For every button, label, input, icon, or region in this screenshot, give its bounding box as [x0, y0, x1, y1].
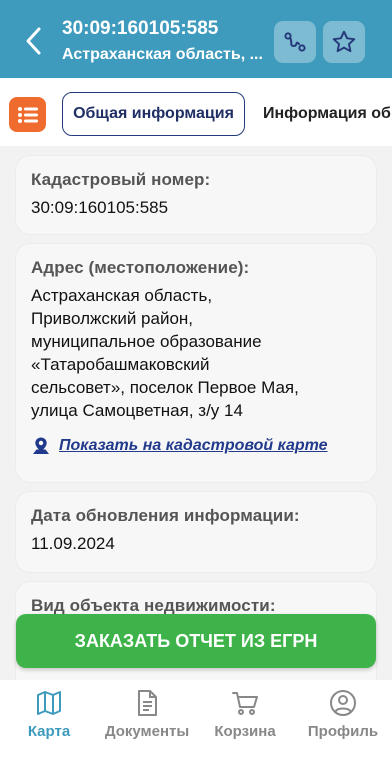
address-line: Приволжский район, — [31, 309, 194, 328]
address-line: «Татаробашмаковский — [31, 355, 210, 374]
address-label: Адрес (местоположение): — [31, 258, 250, 277]
map-icon — [37, 691, 61, 715]
nav-item-documents[interactable]: Документы — [98, 680, 196, 766]
document-icon — [138, 690, 157, 716]
object-type-label: Вид объекта недвижимости: — [31, 596, 276, 615]
update-date-value: 11.09.2024 — [31, 534, 115, 553]
profile-icon — [330, 690, 356, 716]
address-line: улица Самоцветная, з/у 14 — [31, 401, 243, 420]
cadastral-number-label: Кадастровый номер: — [31, 170, 211, 189]
favorite-button[interactable] — [323, 21, 365, 63]
address-value: Астраханская область, Приволжский район,… — [31, 284, 361, 422]
list-icon — [17, 106, 38, 123]
bottom-navigation: Карта Документы Корзина Профиль — [0, 680, 392, 766]
map-pin-icon — [33, 437, 49, 454]
update-date-card: Дата обновления информации: 11.09.2024 — [16, 492, 376, 572]
nav-item-profile[interactable]: Профиль — [294, 680, 392, 766]
cart-icon — [232, 692, 258, 715]
update-date-label: Дата обновления информации: — [31, 506, 300, 525]
route-button[interactable] — [274, 21, 316, 63]
info-content[interactable]: Кадастровый номер: 30:09:160105:585 Адре… — [0, 146, 392, 680]
back-button[interactable] — [20, 26, 46, 56]
star-icon — [332, 30, 356, 53]
address-line: Астраханская область, — [31, 286, 213, 305]
app-header: 30:09:160105:585 Астраханская область, .… — [0, 0, 392, 78]
address-card: Адрес (местоположение): Астраханская обл… — [16, 244, 376, 482]
nav-label-cart: Корзина — [214, 723, 276, 740]
nav-item-map[interactable]: Карта — [0, 680, 98, 766]
nav-item-cart[interactable]: Корзина — [196, 680, 294, 766]
tab-general-info[interactable]: Общая информация — [62, 92, 245, 136]
menu-button[interactable] — [9, 97, 46, 132]
chevron-left-icon — [26, 27, 41, 55]
order-egrn-report-button[interactable]: ЗАКАЗАТЬ ОТЧЕТ ИЗ ЕГРН — [16, 614, 376, 668]
page-subtitle: Астраханская область, ... — [62, 46, 263, 63]
show-on-map-link[interactable]: Показать на кадастровой карте — [31, 436, 361, 456]
route-icon — [284, 32, 306, 52]
address-line: сельсовет», поселок Первое Мая, — [31, 378, 299, 397]
address-line: муниципальное образование — [31, 332, 262, 351]
show-on-map-link-label: Показать на кадастровой карте — [59, 437, 328, 454]
cadastral-number-value: 30:09:160105:585 — [31, 198, 169, 217]
nav-label-documents: Документы — [104, 723, 190, 740]
nav-label-map: Карта — [27, 723, 71, 740]
page-title: 30:09:160105:585 — [62, 18, 219, 39]
nav-label-profile: Профиль — [307, 723, 379, 740]
cadastral-number-card: Кадастровый номер: 30:09:160105:585 — [16, 156, 376, 234]
tab-object-info[interactable]: Информация об — [263, 92, 392, 136]
